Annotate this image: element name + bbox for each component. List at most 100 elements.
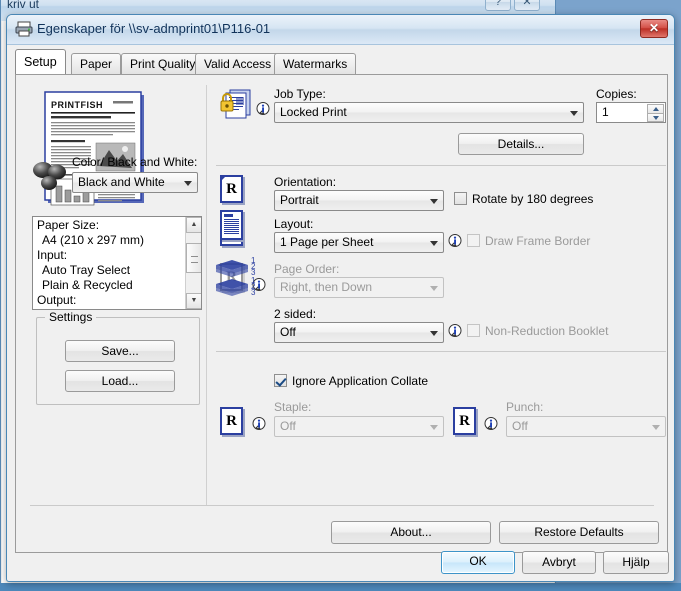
divider-layout [216,351,666,352]
svg-text:3: 3 [251,288,256,297]
page-r-icon-orientation: R [220,175,243,203]
info-icon[interactable] [448,234,463,249]
tab-watermarks[interactable]: Watermarks [274,53,357,74]
tab-paper[interactable]: Paper [71,53,122,74]
scroll-up-icon[interactable]: ▲ [186,217,201,233]
printer-properties-dialog: Egenskaper för \\sv-admprint01\P116-01 ✕… [6,14,675,582]
help-button[interactable]: Hjälp [603,551,669,574]
orientation-select[interactable]: Portrait [274,190,444,211]
dialog-footer: OK Avbryt Hjälp [7,543,674,581]
info-icon[interactable] [448,324,463,339]
copies-spin-buttons[interactable] [647,104,664,123]
scroll-down-icon[interactable]: ▼ [186,293,201,309]
staple-label: Staple: [274,400,312,414]
draw-frame-border-label: Draw Frame Border [485,234,591,248]
chevron-down-icon [652,424,660,430]
setup-tab-panel: PRINTFISH Paper Size: A4 (210 x 297 mm) … [15,75,668,553]
staple-value: Off [280,419,296,433]
summary-line: A4 (210 x 297 mm) [42,233,145,247]
divider-bottom [30,505,654,506]
non-reduction-booklet-label: Non-Reduction Booklet [485,324,609,338]
page-fold-corner [220,175,227,182]
job-type-select[interactable]: Locked Print [274,102,584,123]
page-r-icon-staple: R [220,407,243,435]
printer-icon [15,21,33,37]
page-r-icon-punch: R [453,407,476,435]
desktop-bottom-strip [0,583,681,591]
tab-setup[interactable]: Setup [15,49,66,74]
info-icon[interactable] [256,102,271,117]
draw-frame-border-checkbox [467,234,480,247]
two-sided-value: Off [280,325,296,339]
ignore-collate-checkbox[interactable] [274,374,287,387]
collate-stacks-icon: 123 123 [216,257,256,297]
restore-defaults-button[interactable]: Restore Defaults [499,521,659,544]
punch-select: Off [506,416,666,437]
background-close-button[interactable]: ✕ [514,0,540,11]
job-type-value: Locked Print [280,105,347,119]
dialog-titlebar: Egenskaper för \\sv-admprint01\P116-01 ✕ [7,15,674,45]
page-order-value: Right, then Down [280,280,373,294]
settings-summary-list[interactable]: Paper Size: A4 (210 x 297 mm) Input: Aut… [32,216,202,310]
background-help-button[interactable]: ? [485,0,511,11]
ignore-collate-checkbox-row[interactable]: Ignore Application Collate [274,374,428,388]
chevron-down-icon [570,110,578,116]
rotate-180-label: Rotate by 180 degrees [472,192,594,206]
dialog-title: Egenskaper för \\sv-admprint01\P116-01 [37,21,271,36]
layout-select[interactable]: 1 Page per Sheet [274,232,444,253]
draw-frame-border-checkbox-row: Draw Frame Border [467,234,590,248]
settings-summary-lines: Paper Size: A4 (210 x 297 mm) Input: Aut… [37,218,183,309]
copies-value: 1 [602,105,609,119]
settings-group-legend: Settings [45,310,97,324]
info-icon[interactable] [484,417,499,432]
ignore-collate-label: Ignore Application Collate [292,374,429,388]
summary-line: Paper Size: [37,218,100,232]
tab-print-quality[interactable]: Print Quality [121,53,205,74]
close-icon[interactable]: ✕ [640,19,668,38]
chevron-down-icon [430,198,438,204]
duplex-document-icon [220,210,243,240]
rotate-180-checkbox-row[interactable]: Rotate by 180 degrees [454,192,593,206]
chevron-down-icon [430,330,438,336]
color-mode-value: Black and White [78,175,165,189]
locked-document-icon [220,89,251,119]
about-button[interactable]: About... [331,521,491,544]
staple-select: Off [274,416,444,437]
two-sided-label: 2 sided: [274,307,317,321]
ok-button[interactable]: OK [441,551,515,574]
chevron-down-icon [430,424,438,430]
summary-line: Plain & Recycled [42,278,133,292]
rotate-180-checkbox[interactable] [454,192,467,205]
details-button[interactable]: Details... [458,133,584,155]
settings-scrollbar[interactable]: ▲ ▼ [185,217,201,309]
spin-up-icon[interactable] [647,104,664,113]
non-reduction-booklet-checkbox [467,324,480,337]
tab-valid-access[interactable]: Valid Access [195,53,281,74]
preview-masthead: PRINTFISH [51,100,103,110]
non-reduction-booklet-checkbox-row: Non-Reduction Booklet [467,324,608,338]
background-window-title: kriv ut [7,0,40,11]
chevron-down-icon [430,240,438,246]
chevron-down-icon [430,285,438,291]
color-mode-select[interactable]: Black and White [72,172,198,193]
info-icon[interactable] [252,417,267,432]
right-column: Job Type: Locked Print Copies: 1 Details… [212,75,667,552]
two-sided-select[interactable]: Off [274,322,444,343]
copies-stepper[interactable]: 1 [596,102,666,123]
spin-down-icon[interactable] [647,113,664,122]
orientation-label: Orientation: [274,175,337,189]
toner-drops-icon [33,162,66,190]
punch-label: Punch: [506,400,544,414]
chevron-down-icon [184,180,192,186]
summary-line: Output: [37,293,77,307]
cancel-button[interactable]: Avbryt [522,551,596,574]
load-button[interactable]: Load... [65,370,175,392]
settings-group-box: Settings Save... Load... [36,310,200,405]
left-column: PRINTFISH Paper Size: A4 (210 x 297 mm) … [16,75,212,552]
punch-value: Off [512,419,528,433]
scrollbar-thumb[interactable] [186,243,201,273]
copies-label: Copies: [596,87,637,101]
save-button[interactable]: Save... [65,340,175,362]
page-order-select: Right, then Down [274,277,444,298]
orientation-value: Portrait [280,193,319,207]
